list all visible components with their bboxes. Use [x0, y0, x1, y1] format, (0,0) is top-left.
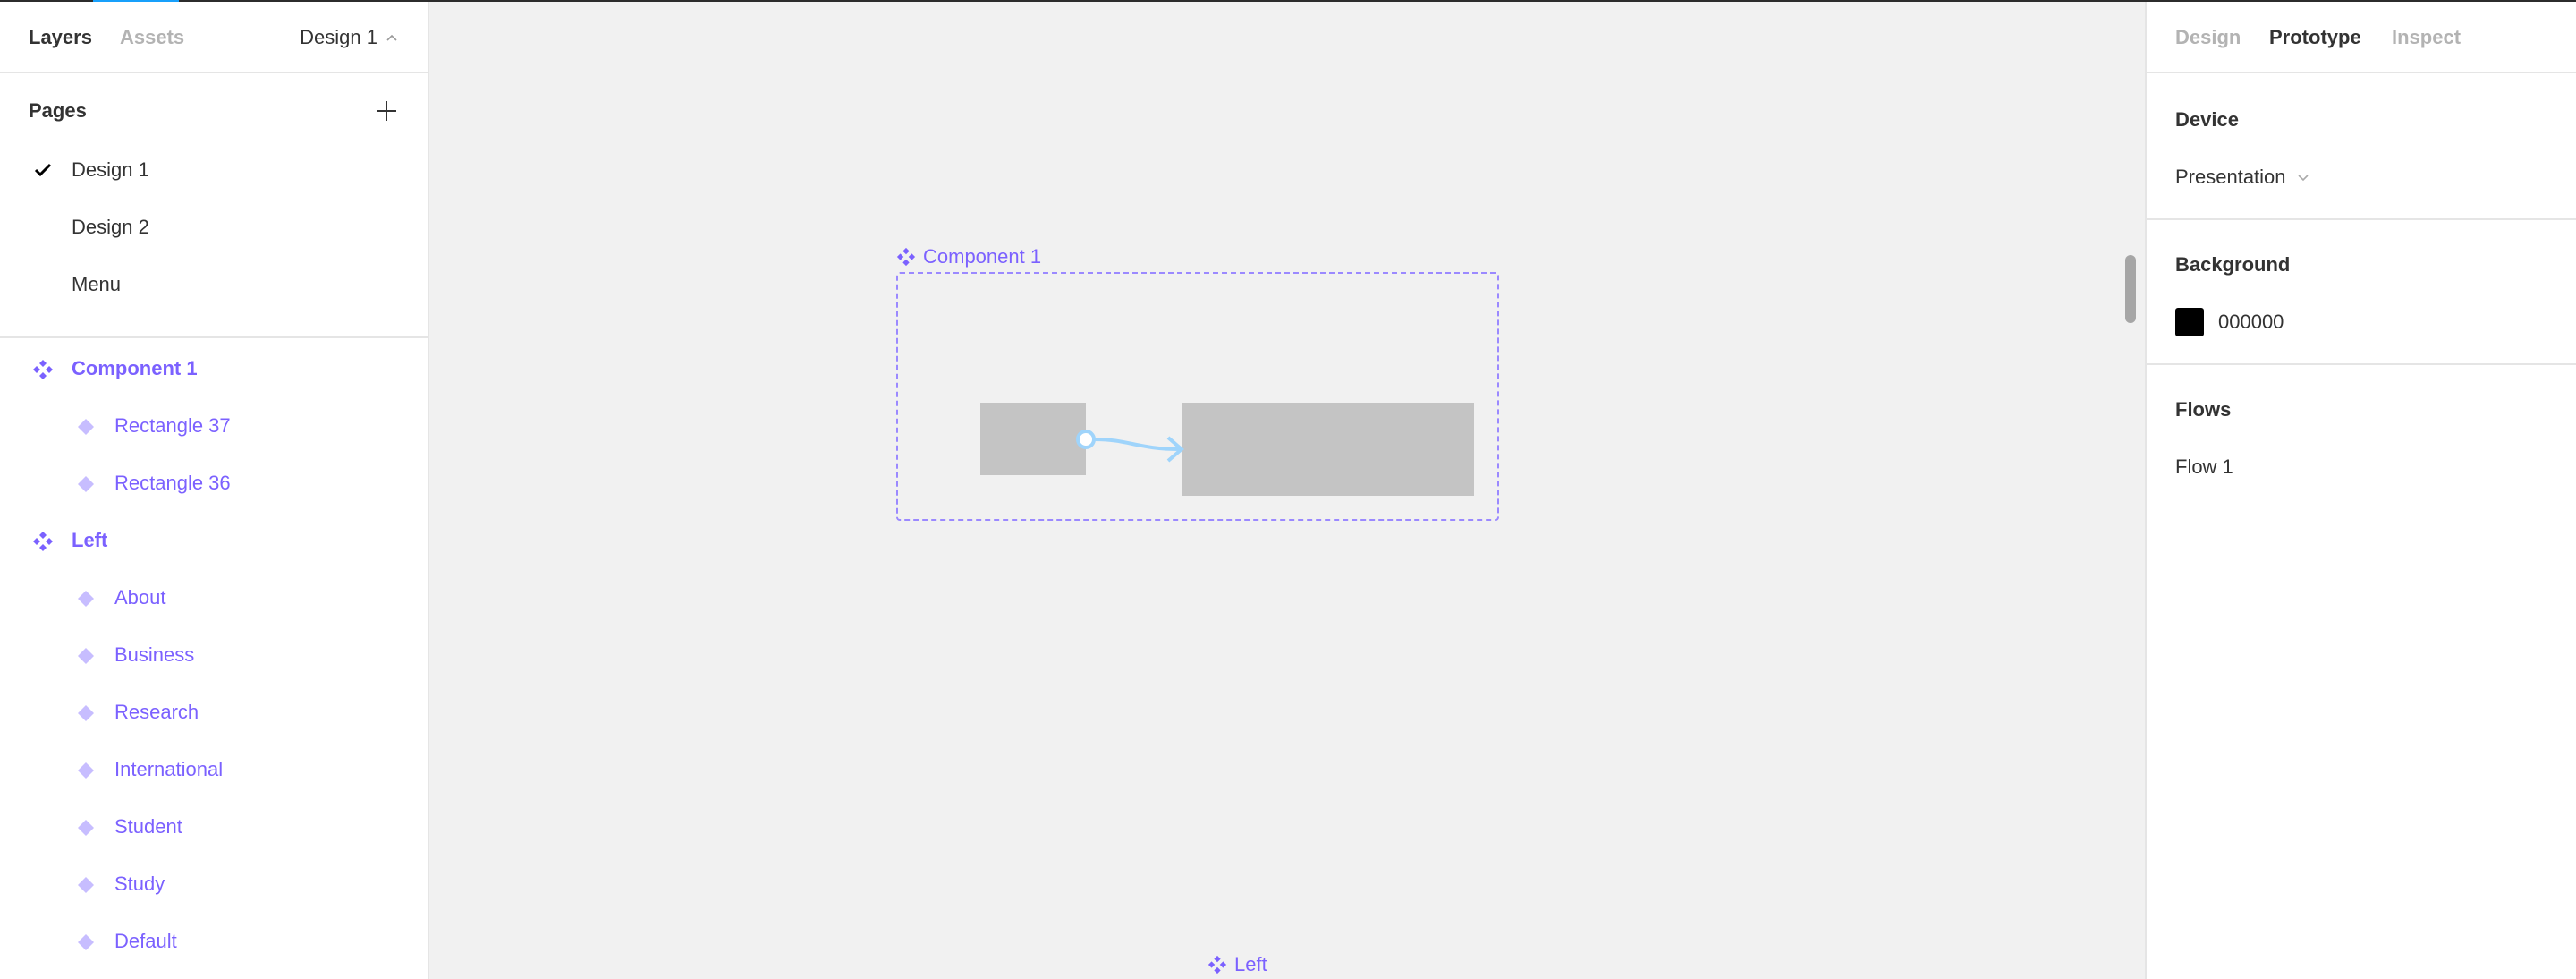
layer-rectangle-36[interactable]: Rectangle 36 — [0, 455, 428, 512]
background-title: Background — [2175, 253, 2291, 276]
instance-icon — [78, 705, 94, 721]
layer-component-1[interactable]: Component 1 — [0, 340, 428, 397]
tab-design[interactable]: Design — [2175, 25, 2241, 50]
background-section: Background 000000 — [2147, 220, 2576, 365]
layer-international[interactable]: International — [0, 741, 428, 798]
left-panel: Layers Assets Design 1 Pages Design 1 De… — [0, 2, 429, 979]
device-title: Device — [2175, 108, 2239, 131]
page-item-design-1[interactable]: Design 1 — [0, 141, 428, 199]
tab-inspect[interactable]: Inspect — [2392, 25, 2461, 50]
flows-title: Flows — [2175, 398, 2232, 421]
layer-label: Component 1 — [72, 357, 198, 379]
layer-label: International — [114, 758, 224, 780]
page-switcher[interactable]: Design 1 — [300, 25, 399, 50]
pages-title: Pages — [29, 99, 87, 122]
device-dropdown[interactable]: Presentation — [2175, 165, 2309, 190]
left-panel-header: Layers Assets Design 1 — [0, 2, 428, 73]
canvas[interactable]: Component 1 Left — [431, 2, 2145, 979]
rectangle-37[interactable] — [980, 403, 1086, 475]
add-page-icon[interactable] — [374, 98, 399, 123]
layer-business[interactable]: Business — [0, 626, 428, 684]
layer-left[interactable]: Left — [0, 512, 428, 569]
instance-icon — [78, 877, 94, 893]
tab-layers[interactable]: Layers — [29, 25, 92, 50]
layer-label: Rectangle 37 — [114, 414, 231, 437]
layer-label: Research — [114, 701, 199, 723]
background-color-swatch[interactable] — [2175, 308, 2204, 336]
layer-research[interactable]: Research — [0, 684, 428, 741]
layer-label: Default — [114, 930, 177, 952]
layer-study[interactable]: Study — [0, 856, 428, 913]
layer-about[interactable]: About — [0, 569, 428, 626]
layer-rectangle-37[interactable]: Rectangle 37 — [0, 397, 428, 455]
active-indicator — [93, 0, 179, 2]
layer-label: Business — [114, 643, 195, 666]
instance-icon — [78, 476, 94, 492]
layer-label: Rectangle 36 — [114, 472, 231, 494]
right-panel-header: Design Prototype Inspect — [2147, 2, 2576, 73]
chevron-up-icon — [386, 34, 397, 41]
page-item-menu[interactable]: Menu — [0, 256, 428, 313]
frame-label-text: Component 1 — [923, 245, 1042, 268]
layer-label: Study — [114, 873, 165, 895]
right-panel: Design Prototype Inspect Device Presenta… — [2145, 2, 2576, 979]
layer-label: About — [114, 586, 166, 609]
layer-student[interactable]: Student — [0, 798, 428, 856]
page-label: Menu — [72, 273, 122, 295]
flow-item[interactable]: Flow 1 — [2175, 455, 2233, 480]
device-value: Presentation — [2175, 166, 2286, 188]
tab-prototype[interactable]: Prototype — [2269, 25, 2361, 50]
component-icon — [33, 532, 53, 551]
frame-label-component-1[interactable]: Component 1 — [896, 245, 1041, 268]
component-icon — [33, 360, 53, 379]
figma-editor: Layers Assets Design 1 Pages Design 1 De… — [0, 0, 2576, 979]
pages-section: Pages Design 1 Design 2 Menu — [0, 73, 428, 338]
page-item-design-2[interactable]: Design 2 — [0, 199, 428, 256]
component-icon — [1208, 955, 1227, 975]
instance-icon — [78, 419, 94, 435]
frame-label-left[interactable]: Left — [1208, 953, 1267, 976]
top-bar — [0, 0, 2576, 2]
component-icon — [896, 247, 916, 267]
page-label: Design 1 — [72, 158, 149, 181]
current-page-label: Design 1 — [300, 26, 377, 48]
instance-icon — [78, 934, 94, 950]
instance-icon — [78, 591, 94, 607]
rectangle-36[interactable] — [1182, 403, 1474, 496]
layer-label: Student — [114, 815, 182, 838]
background-hex-input[interactable]: 000000 — [2218, 310, 2284, 335]
layer-label: Left — [72, 529, 108, 551]
flows-section: Flows Flow 1 — [2147, 365, 2576, 490]
check-icon — [34, 163, 52, 177]
layer-default[interactable]: Default — [0, 913, 428, 970]
tab-assets[interactable]: Assets — [120, 25, 184, 50]
frame-label-text: Left — [1234, 953, 1267, 975]
instance-icon — [78, 820, 94, 836]
device-section: Device Presentation — [2147, 73, 2576, 220]
instance-icon — [78, 648, 94, 664]
instance-icon — [78, 762, 94, 779]
chevron-down-icon — [2297, 175, 2309, 182]
page-label: Design 2 — [72, 216, 149, 238]
vertical-scrollbar[interactable] — [2125, 255, 2136, 323]
